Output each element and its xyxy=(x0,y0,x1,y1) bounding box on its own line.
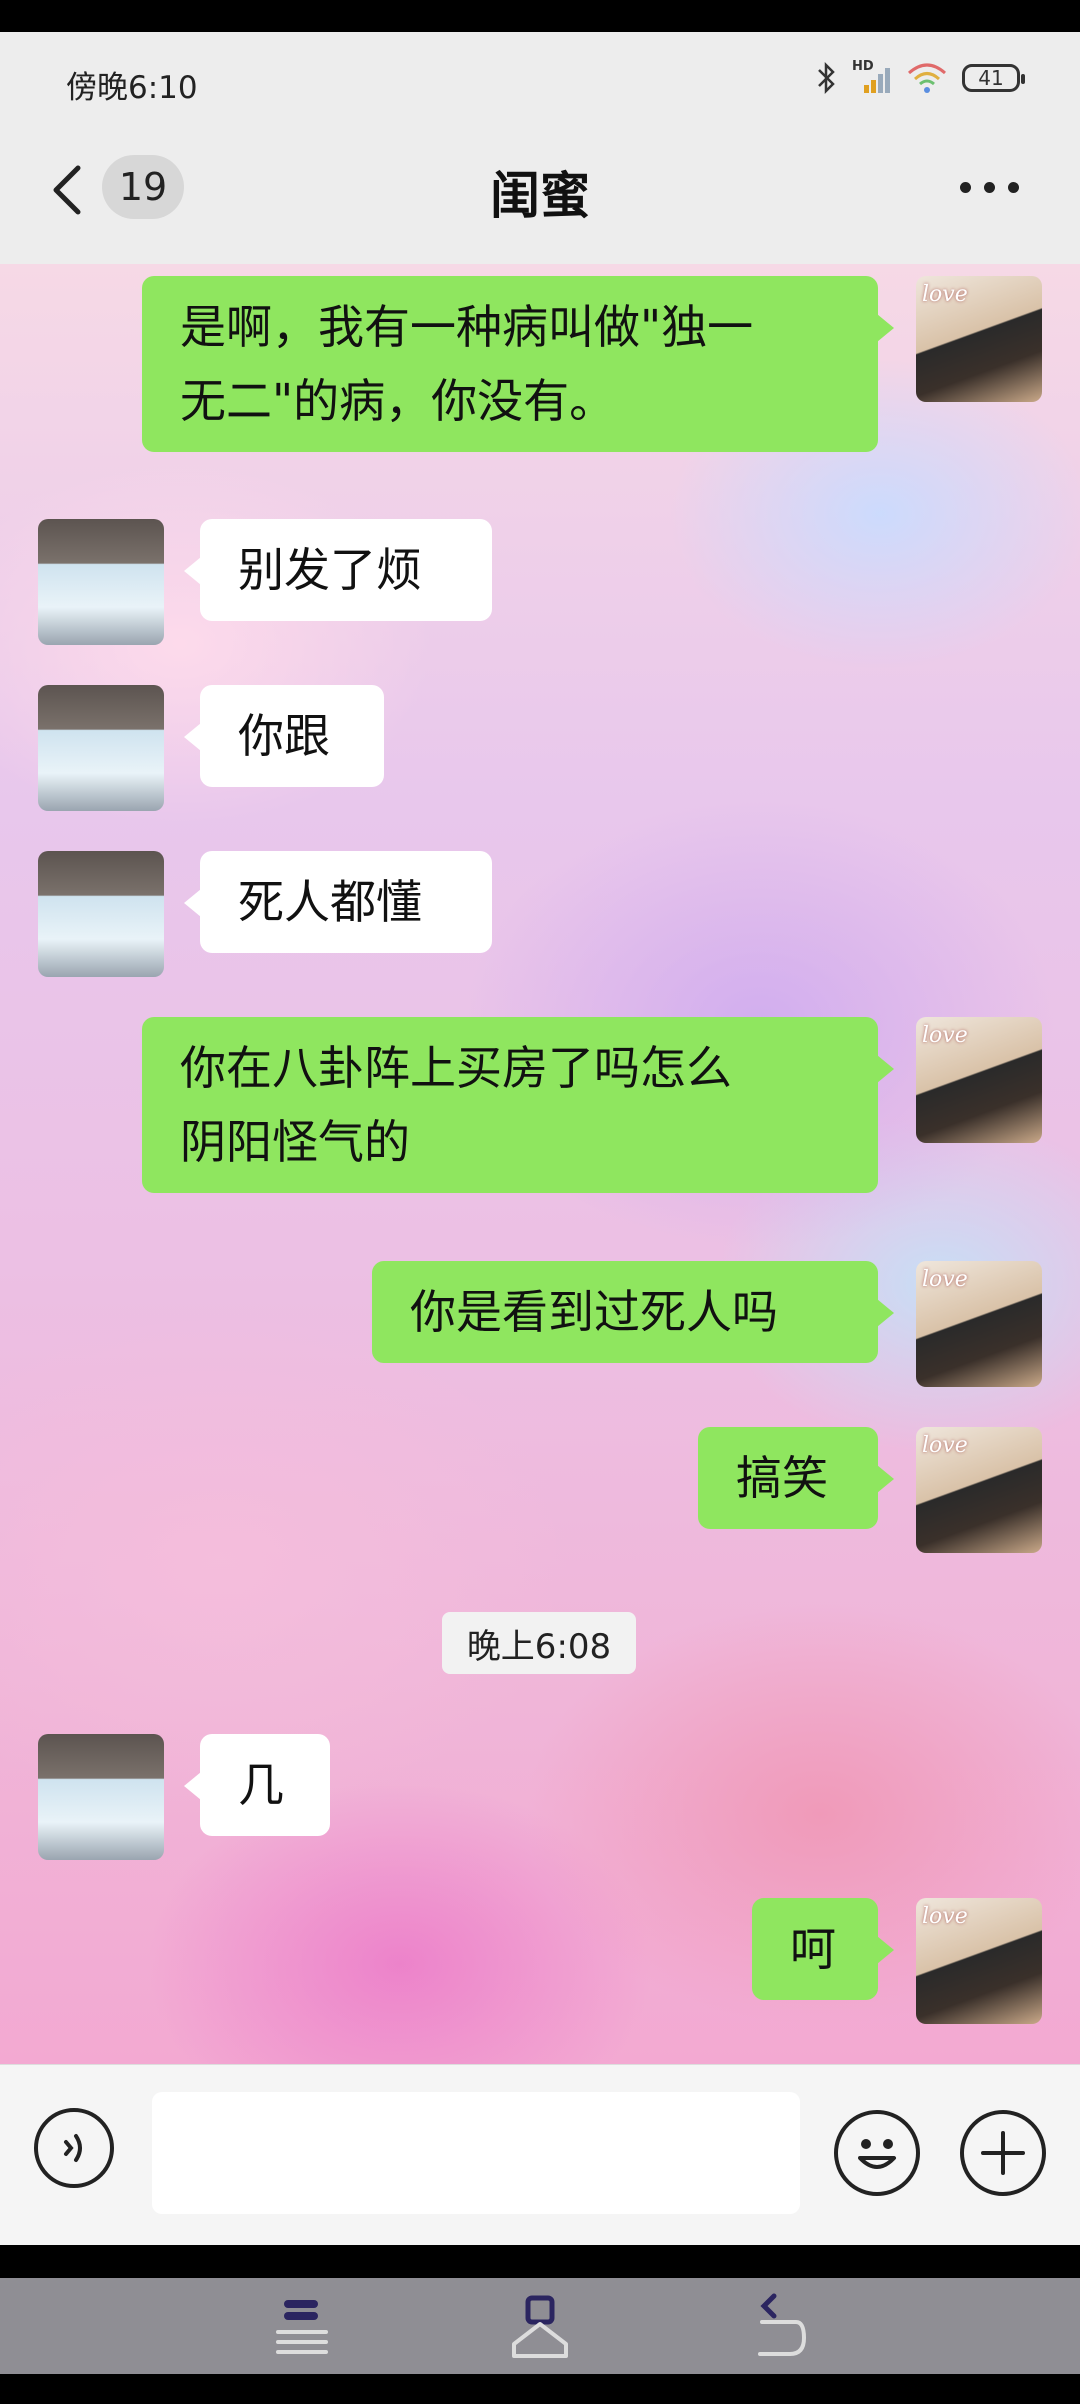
status-icons: HD 41 xyxy=(816,58,1025,98)
message-bubble-received[interactable]: 别发了烦 xyxy=(184,519,492,621)
avatar-love-text: love xyxy=(922,282,968,307)
avatar-love-text: love xyxy=(922,1267,968,1292)
message-bubble-sent[interactable]: 你是看到过死人吗 xyxy=(372,1261,894,1363)
wifi-icon xyxy=(908,63,946,93)
message-bubble-received[interactable]: 几 xyxy=(184,1734,330,1836)
avatar-love-text: love xyxy=(922,1904,968,1929)
friend-avatar[interactable] xyxy=(38,851,164,977)
my-avatar[interactable]: love xyxy=(916,1017,1042,1143)
plus-icon xyxy=(981,2131,1025,2175)
more-horizontal-icon xyxy=(960,181,971,193)
bluetooth-icon xyxy=(818,61,835,95)
chat-timestamp: 晚上6:08 xyxy=(442,1612,636,1674)
message-text: 阴阳怪气的 xyxy=(180,1115,410,1169)
menu-icon[interactable] xyxy=(272,2292,332,2362)
my-avatar[interactable]: love xyxy=(916,1261,1042,1387)
battery-indicator: 41 xyxy=(962,64,1025,92)
more-dot xyxy=(984,181,995,193)
chat-title: 闺蜜 xyxy=(490,167,590,225)
voice-icon xyxy=(64,2134,82,2162)
system-navigation-bar xyxy=(0,2278,1080,2374)
message-text: 几 xyxy=(238,1758,284,1812)
message-text: 你是看到过死人吗 xyxy=(410,1285,778,1339)
top-edge xyxy=(0,0,1080,32)
status-time: 傍晚6:10 xyxy=(66,70,198,106)
back-icon[interactable] xyxy=(748,2292,812,2362)
message-text: 是啊，我有一种病叫做"独一 xyxy=(180,300,754,354)
message-bubble-sent[interactable]: 搞笑 xyxy=(698,1427,894,1529)
more-options-button[interactable] xyxy=(960,172,1024,202)
emoji-button[interactable] xyxy=(834,2110,920,2196)
avatar-love-text: love xyxy=(922,1433,968,1458)
my-avatar[interactable]: love xyxy=(916,276,1042,402)
message-bubble-received[interactable]: 你跟 xyxy=(184,685,384,787)
my-avatar[interactable]: love xyxy=(916,1427,1042,1553)
message-input[interactable] xyxy=(152,2092,800,2214)
emoji-icon xyxy=(858,2139,896,2169)
avatar-love-text: love xyxy=(922,1023,968,1048)
signal-icon: HD xyxy=(852,59,892,95)
voice-input-button[interactable] xyxy=(34,2108,114,2188)
message-bubble-sent[interactable]: 你在八卦阵上买房了吗怎么 阴阳怪气的 xyxy=(142,1017,894,1193)
message-text: 别发了烦 xyxy=(238,543,422,597)
more-dot xyxy=(1008,181,1019,193)
home-icon[interactable] xyxy=(508,2292,572,2362)
chat-history[interactable]: love 是啊，我有一种病叫做"独一 无二"的病，你没有。 别发了烦 你跟 死人… xyxy=(0,264,1080,2064)
message-bubble-sent[interactable]: 呵 xyxy=(752,1898,894,2000)
message-text: 死人都懂 xyxy=(238,875,422,929)
message-text: 无二"的病，你没有。 xyxy=(180,374,616,428)
message-text: 你跟 xyxy=(238,709,330,763)
message-text: 你在八卦阵上买房了吗怎么 xyxy=(180,1041,732,1095)
my-avatar[interactable]: love xyxy=(916,1898,1042,2024)
message-text: 呵 xyxy=(790,1922,836,1976)
more-functions-button[interactable] xyxy=(960,2110,1046,2196)
friend-avatar[interactable] xyxy=(38,1734,164,1860)
friend-avatar[interactable] xyxy=(38,519,164,645)
bottom-edge xyxy=(0,2374,1080,2404)
message-text: 搞笑 xyxy=(736,1451,828,1505)
battery-level: 41 xyxy=(978,66,1004,90)
message-bubble-sent[interactable]: 是啊，我有一种病叫做"独一 无二"的病，你没有。 xyxy=(142,276,894,452)
friend-avatar[interactable] xyxy=(38,685,164,811)
message-bubble-received[interactable]: 死人都懂 xyxy=(184,851,492,953)
